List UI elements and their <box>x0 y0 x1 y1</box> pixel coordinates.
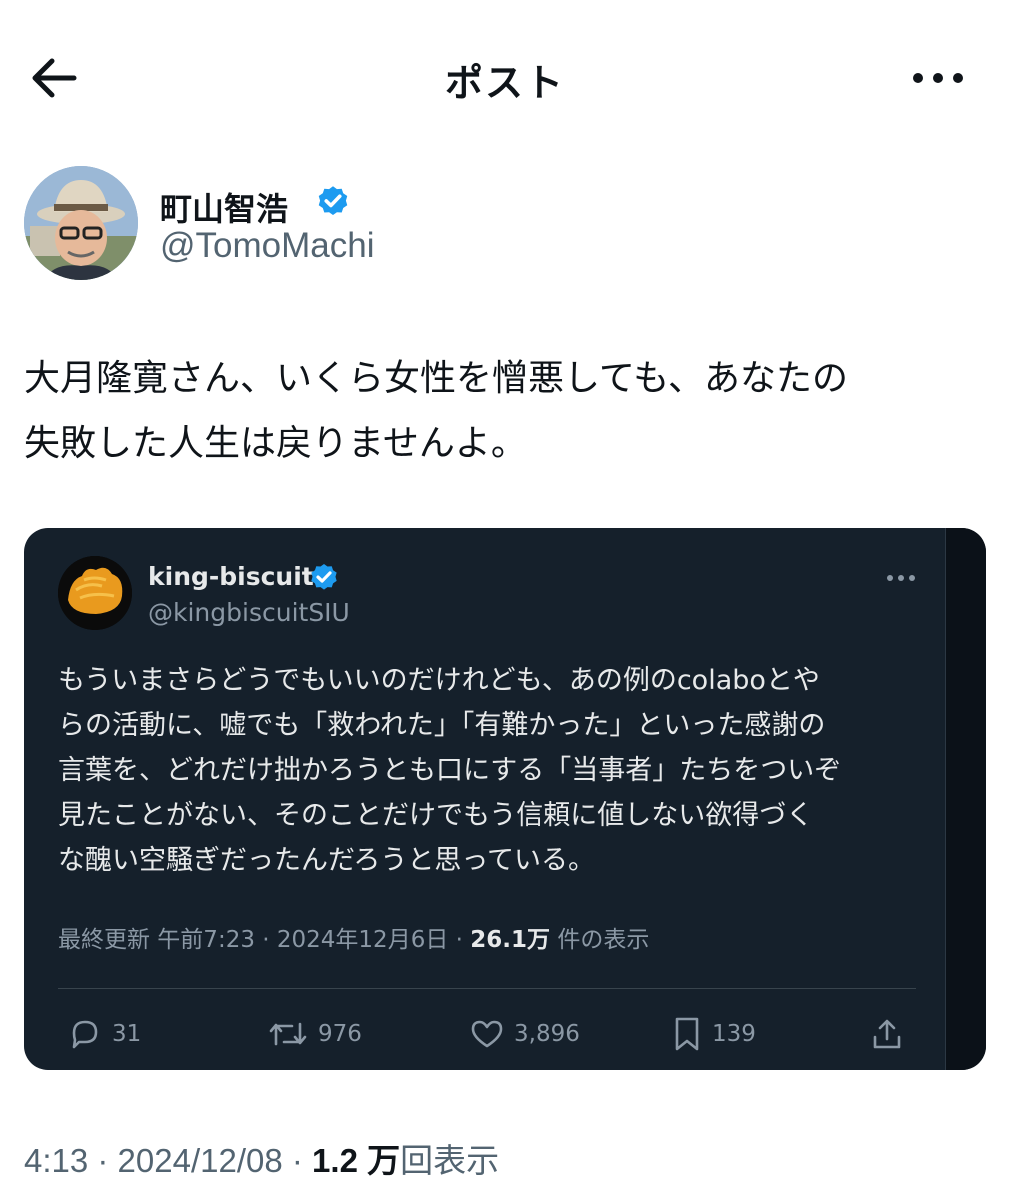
post-views-label: 回表示 <box>400 1142 500 1179</box>
author-avatar[interactable] <box>24 166 138 280</box>
quote-avatar <box>58 556 132 630</box>
bookmark-action: 139 <box>672 1012 756 1056</box>
post-views-count: 1.2 万 <box>312 1142 401 1179</box>
bookmark-icon <box>675 1017 699 1051</box>
author-name[interactable]: 町山智浩 <box>160 184 288 230</box>
quote-text-line: もういまさらどうでもいいのだけれども、あの例のcolaboとや <box>58 665 820 696</box>
repost-count: 976 <box>318 1021 362 1047</box>
repost-icon <box>269 1022 307 1046</box>
image-edge <box>945 528 986 1070</box>
page-title: ポスト <box>444 61 565 105</box>
quote-text-line: な醜い空騒ぎだったんだろうと思っている。 <box>58 845 596 876</box>
reply-count: 31 <box>112 1021 142 1047</box>
post-text: 大月隆寛さん、いくら女性を憎悪しても、あなたの 失敗した人生は戻りませんよ。 <box>24 346 984 476</box>
reply-icon <box>72 1020 98 1049</box>
more-icon <box>913 73 963 83</box>
more-options-button[interactable] <box>910 66 966 90</box>
verified-badge-icon <box>311 564 337 590</box>
post-author: 町山智浩 @TomoMachi <box>24 166 924 286</box>
quote-text-line: 見たことがない、そのことだけでもう信頼に値しない欲得づく <box>58 800 814 831</box>
quote-views-label: 件の表示 <box>550 927 650 953</box>
post-text-line: 大月隆寛さん、いくら女性を憎悪しても、あなたの <box>24 358 849 399</box>
share-action <box>870 1012 914 1056</box>
post-timestamp[interactable]: 4:13 · 2024/12/08 · <box>24 1142 312 1179</box>
quoted-post-image[interactable]: king-biscuit @kingbiscuitSIU もういまさらどうでもい… <box>24 528 986 1070</box>
quote-text-line: らの活動に、嘘でも「救われた」「有難かった」といった感謝の <box>58 710 826 741</box>
author-handle[interactable]: @TomoMachi <box>160 226 374 266</box>
quote-views-count: 26.1万 <box>470 927 551 953</box>
like-action: 3,896 <box>470 1012 580 1056</box>
post-timestamp-views: 4:13 · 2024/12/08 · 1.2 万回表示 <box>24 1134 499 1182</box>
verified-badge-icon <box>318 186 348 216</box>
quote-author-handle: @kingbiscuitSIU <box>148 598 350 627</box>
more-icon <box>887 575 915 581</box>
quote-timestamp: 最終更新 午前7:23 · 2024年12月6日 · <box>58 927 471 953</box>
quote-text: もういまさらどうでもいいのだけれども、あの例のcolaboとや らの活動に、嘘で… <box>58 658 928 883</box>
quote-timestamp-views: 最終更新 午前7:23 · 2024年12月6日 · 26.1万 件の表示 <box>58 920 649 954</box>
share-icon <box>873 1019 901 1049</box>
bookmark-count: 139 <box>712 1021 756 1047</box>
top-bar: ポスト <box>0 0 1010 150</box>
quote-author-name: king-biscuit <box>148 562 314 591</box>
like-icon <box>471 1020 503 1048</box>
quote-text-line: 言葉を、どれだけ拙かろうとも口にする「当事者」たちをついぞ <box>58 755 842 786</box>
reply-action: 31 <box>68 1012 141 1056</box>
post-text-line: 失敗した人生は戻りませんよ。 <box>24 423 527 464</box>
repost-action: 976 <box>268 1012 362 1056</box>
divider <box>58 988 916 989</box>
like-count: 3,896 <box>514 1021 580 1047</box>
